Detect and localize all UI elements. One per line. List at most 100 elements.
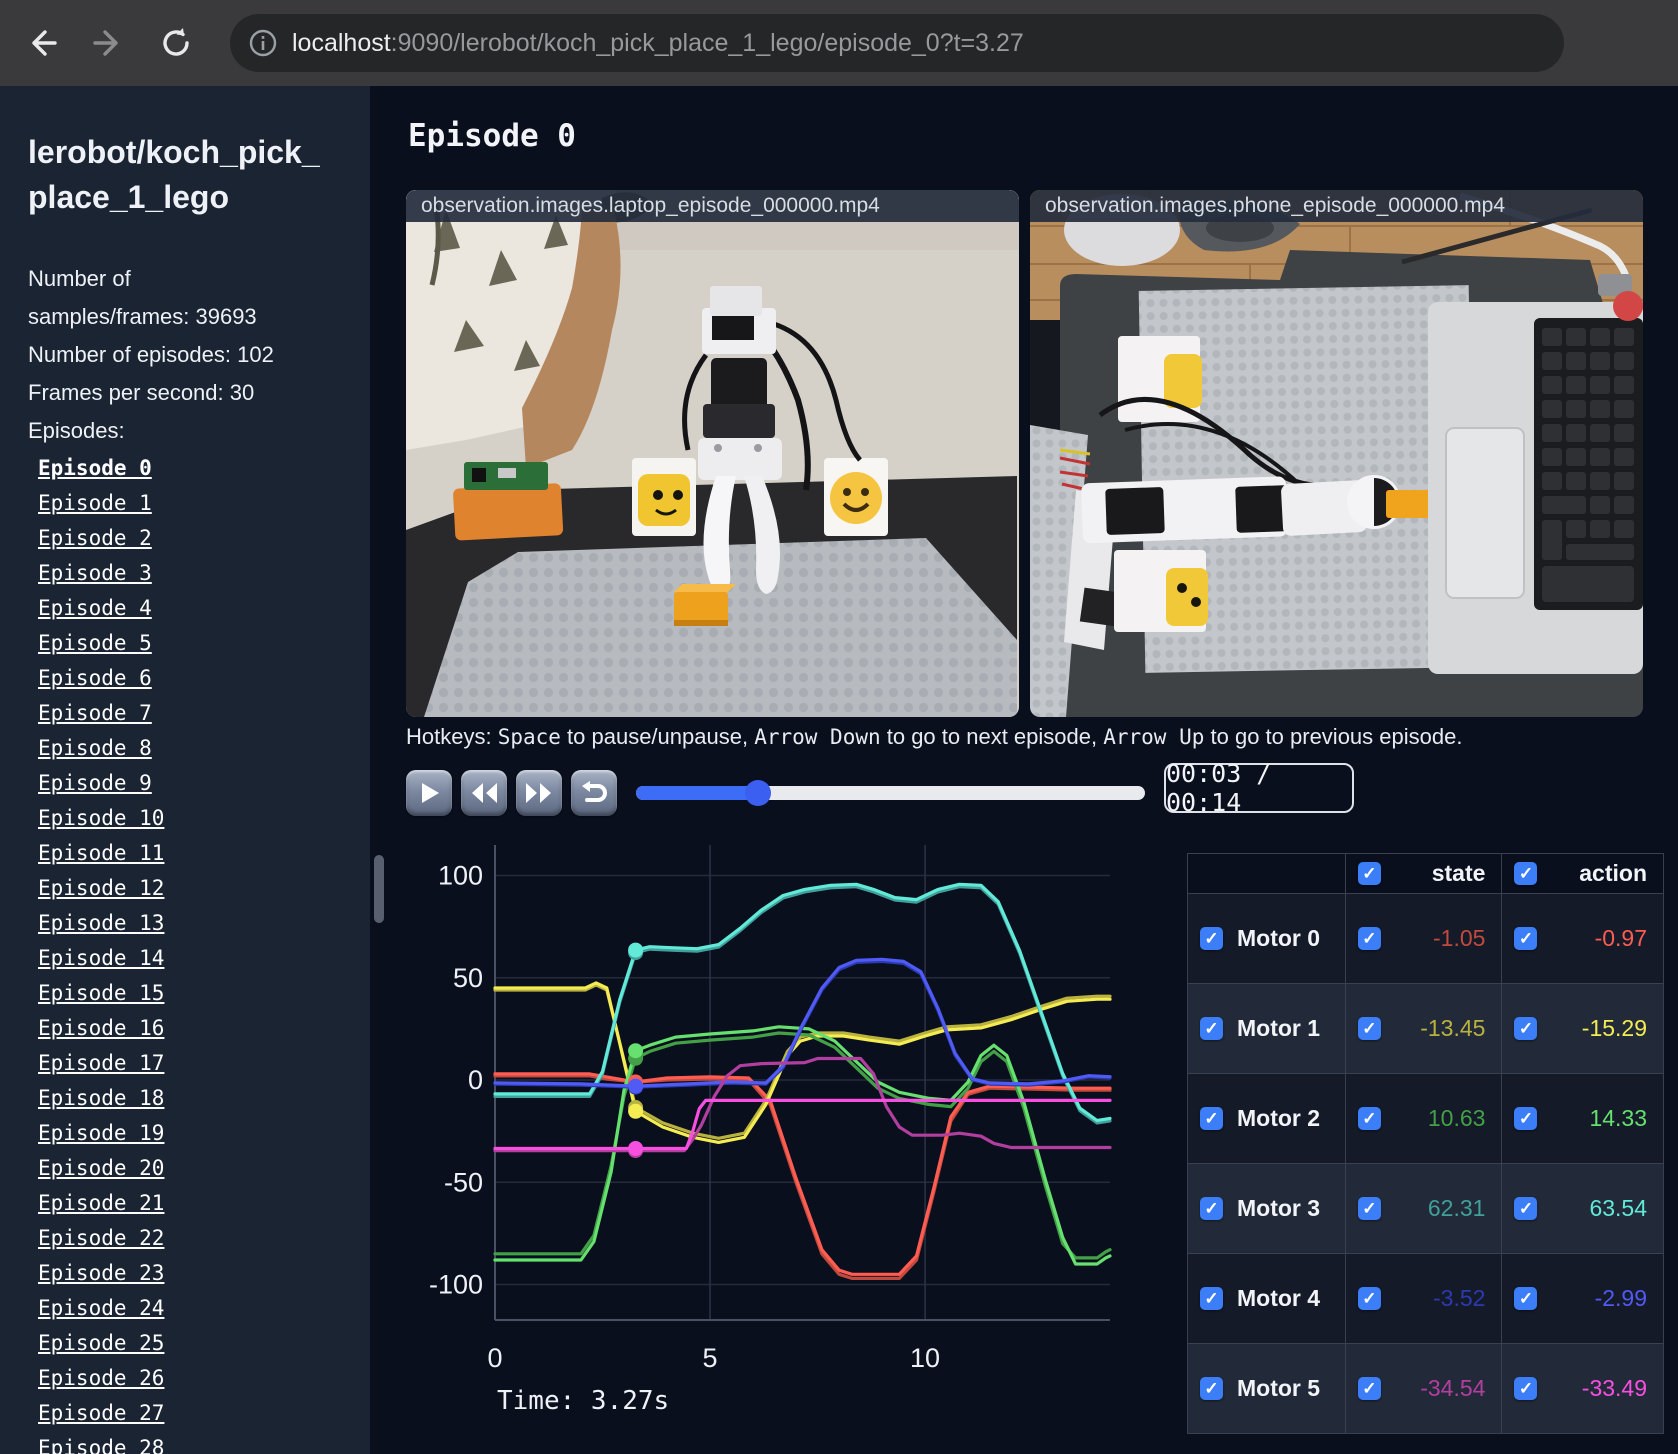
motor-1-checkbox[interactable]: ✓ [1200,1017,1223,1040]
episode-list-item: Episode 22 [38,1222,370,1257]
motor-4-checkbox[interactable]: ✓ [1200,1287,1223,1310]
episode-list-item: Episode 17 [38,1047,370,1082]
episode-link-episode-20[interactable]: Episode 20 [38,1156,164,1180]
scrollbar-thumb[interactable] [374,855,384,923]
motor-row-2: ✓ Motor 2 ✓ 10.63 ✓ 14.33 [1187,1073,1664,1164]
motor-1-state-checkbox[interactable]: ✓ [1357,1017,1381,1040]
episode-link-episode-9[interactable]: Episode 9 [38,771,152,795]
motor-4-state-checkbox[interactable]: ✓ [1357,1287,1381,1310]
time-display: 00:03 / 00:14 [1164,759,1354,817]
motor-row-5: ✓ Motor 5 ✓ -34.54 ✓ -33.49 [1187,1343,1664,1434]
episode-link-episode-8[interactable]: Episode 8 [38,736,152,760]
episode-link-episode-19[interactable]: Episode 19 [38,1121,164,1145]
episode-link-episode-27[interactable]: Episode 27 [38,1401,164,1425]
motor-5-action-value: -33.49 [1581,1375,1647,1401]
motor-5-action-checkbox[interactable]: ✓ [1514,1377,1538,1400]
motor-1-action-checkbox[interactable]: ✓ [1514,1017,1538,1040]
motor-3-checkbox[interactable]: ✓ [1200,1197,1223,1220]
episodes-label: Episodes: [28,418,125,443]
timeline-slider[interactable] [636,780,1145,806]
episode-list-item: Episode 15 [38,977,370,1012]
episode-list-item: Episode 18 [38,1082,370,1117]
episode-link-episode-11[interactable]: Episode 11 [38,841,164,865]
motor-0-state-checkbox[interactable]: ✓ [1357,927,1381,950]
episode-list-item: Episode 4 [38,592,370,627]
motor-5-state-checkbox[interactable]: ✓ [1357,1377,1381,1400]
episode-list-item: Episode 11 [38,837,370,872]
fast-forward-button[interactable] [516,770,562,816]
episode-link-episode-24[interactable]: Episode 24 [38,1296,164,1320]
motor-3-state-checkbox[interactable]: ✓ [1357,1197,1381,1220]
episode-link-episode-16[interactable]: Episode 16 [38,1016,164,1040]
page-title: Episode 0 [408,118,576,154]
episode-link-episode-6[interactable]: Episode 6 [38,666,152,690]
url-bar[interactable]: localhost:9090/lerobot/koch_pick_place_1… [230,14,1564,72]
video-phone[interactable]: observation.images.phone_episode_000000.… [1030,190,1643,717]
episode-list-item: Episode 14 [38,942,370,977]
play-button[interactable] [406,770,452,816]
motor-4-action-checkbox[interactable]: ✓ [1514,1287,1538,1310]
reload-icon[interactable] [155,22,197,64]
video-laptop[interactable]: observation.images.laptop_episode_000000… [406,190,1019,717]
site-info-icon[interactable] [248,28,278,58]
episode-link-episode-2[interactable]: Episode 2 [38,526,152,550]
motor-3-action-checkbox[interactable]: ✓ [1514,1197,1538,1220]
episode-list-item: Episode 9 [38,767,370,802]
episode-list-item: Episode 26 [38,1362,370,1397]
motors-table: ✓ state ✓ action ✓ Motor 0 ✓ -1.05 ✓ -0.97 ✓ Moto… [1187,853,1664,1434]
episode-list-item: Episode 21 [38,1187,370,1222]
motor-0-checkbox[interactable]: ✓ [1200,927,1223,950]
episode-link-episode-3[interactable]: Episode 3 [38,561,152,585]
motor-name: Motor 2 [1237,1105,1321,1131]
episode-link-episode-17[interactable]: Episode 17 [38,1051,164,1075]
state-column-checkbox[interactable]: ✓ [1357,862,1381,885]
episode-link-episode-0[interactable]: Episode 0 [38,456,152,480]
svg-text:5: 5 [703,1343,718,1373]
episode-list-item: Episode 8 [38,732,370,767]
forward-icon[interactable] [88,22,130,64]
motor-2-checkbox[interactable]: ✓ [1200,1107,1223,1130]
hotkey-arrow-down: Arrow Down [754,725,881,749]
motor-2-state-checkbox[interactable]: ✓ [1357,1107,1381,1130]
motor-row-1: ✓ Motor 1 ✓ -13.45 ✓ -15.29 [1187,983,1664,1074]
motor-2-action-checkbox[interactable]: ✓ [1514,1107,1538,1130]
dataset-stat-1: Number of episodes: 102 [28,342,274,367]
episode-link-episode-21[interactable]: Episode 21 [38,1191,164,1215]
episode-link-episode-7[interactable]: Episode 7 [38,701,152,725]
episode-list-item: Episode 3 [38,557,370,592]
motor-row-3: ✓ Motor 3 ✓ 62.31 ✓ 63.54 [1187,1163,1664,1254]
dataset-stat-0: Number of samples/frames: 39693 [28,266,257,329]
action-column-checkbox[interactable]: ✓ [1514,862,1538,885]
episode-link-episode-18[interactable]: Episode 18 [38,1086,164,1110]
episode-link-episode-23[interactable]: Episode 23 [38,1261,164,1285]
laptop [1428,302,1643,674]
motor-chart[interactable]: 100 50 0 -50 -100 0 5 10 [400,830,1140,1390]
back-icon[interactable] [20,22,62,64]
episode-link-episode-28[interactable]: Episode 28 [38,1436,164,1454]
episode-link-episode-14[interactable]: Episode 14 [38,946,164,970]
motor-5-checkbox[interactable]: ✓ [1200,1377,1223,1400]
episode-link-episode-5[interactable]: Episode 5 [38,631,152,655]
url-host: localhost [292,28,391,57]
episode-list-item: Episode 20 [38,1152,370,1187]
motor-4-action-value: -2.99 [1594,1285,1647,1311]
episode-link-episode-15[interactable]: Episode 15 [38,981,164,1005]
episode-link-episode-26[interactable]: Episode 26 [38,1366,164,1390]
loop-button[interactable] [571,770,617,816]
episode-list-item: Episode 28 [38,1432,370,1454]
orange-brick-top [1386,490,1430,518]
state-header: state [1431,860,1486,886]
episode-link-episode-1[interactable]: Episode 1 [38,491,152,515]
episode-list-item: Episode 2 [38,522,370,557]
episode-link-episode-10[interactable]: Episode 10 [38,806,164,830]
episode-link-episode-22[interactable]: Episode 22 [38,1226,164,1250]
rewind-button[interactable] [461,770,507,816]
episode-link-episode-4[interactable]: Episode 4 [38,596,152,620]
episode-link-episode-12[interactable]: Episode 12 [38,876,164,900]
episode-link-episode-25[interactable]: Episode 25 [38,1331,164,1355]
episode-link-episode-13[interactable]: Episode 13 [38,911,164,935]
play-icon [422,783,439,803]
slider-thumb[interactable] [745,780,772,806]
dataset-stat-2: Frames per second: 30 [28,380,255,405]
motor-0-action-checkbox[interactable]: ✓ [1514,927,1538,950]
